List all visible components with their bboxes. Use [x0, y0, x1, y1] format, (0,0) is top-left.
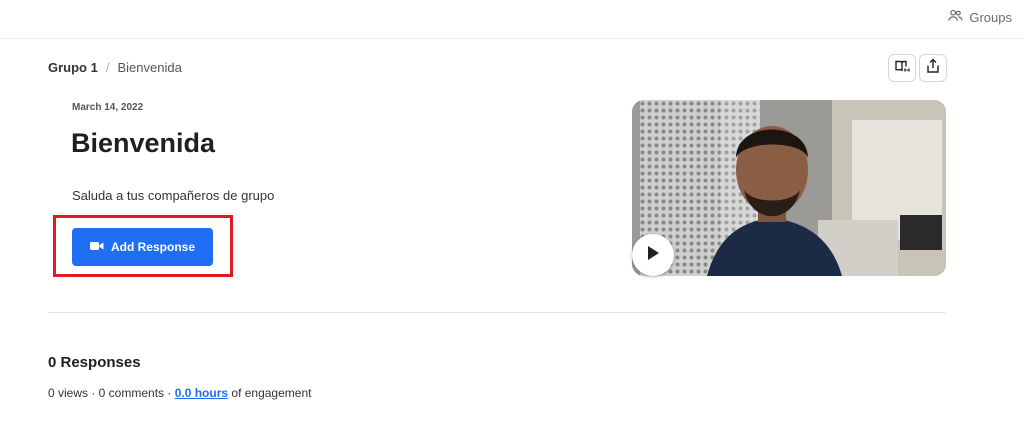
- engagement-hours-link[interactable]: 0.0 hours: [175, 386, 228, 400]
- topic-description: Saluda a tus compañeros de grupo: [72, 188, 275, 203]
- breadcrumb-current: Bienvenida: [117, 60, 182, 75]
- breadcrumb: Grupo 1 / Bienvenida: [48, 60, 182, 75]
- add-response-label: Add Response: [110, 240, 195, 254]
- page-title: Bienvenida: [71, 128, 216, 158]
- topic-date: March 14, 2022: [72, 102, 144, 113]
- video-thumbnail[interactable]: [632, 100, 946, 276]
- stats-suffix: of engagement: [228, 386, 312, 400]
- video-camera-icon: [89, 240, 104, 255]
- add-response-button[interactable]: Add Response: [72, 228, 213, 266]
- stats-prefix: 0 views · 0 comments ·: [48, 386, 175, 400]
- engagement-stats: 0 views · 0 comments · 0.0 hours of enga…: [48, 386, 311, 400]
- responses-count-heading: 0 Responses: [48, 354, 141, 371]
- groups-icon: [948, 8, 964, 26]
- video-frame-illustration: [632, 100, 946, 276]
- breadcrumb-separator: /: [105, 60, 110, 75]
- play-icon: [646, 245, 660, 266]
- immersive-reader-button[interactable]: [888, 54, 916, 82]
- groups-link[interactable]: Groups: [948, 8, 1012, 26]
- immersive-reader-icon: [894, 58, 910, 79]
- share-icon: [925, 58, 941, 79]
- section-divider: [48, 312, 946, 313]
- top-bar: Groups: [0, 0, 1024, 39]
- share-button[interactable]: [919, 54, 947, 82]
- breadcrumb-group[interactable]: Grupo 1: [48, 60, 98, 75]
- play-button[interactable]: [632, 234, 674, 276]
- groups-label: Groups: [969, 9, 1012, 25]
